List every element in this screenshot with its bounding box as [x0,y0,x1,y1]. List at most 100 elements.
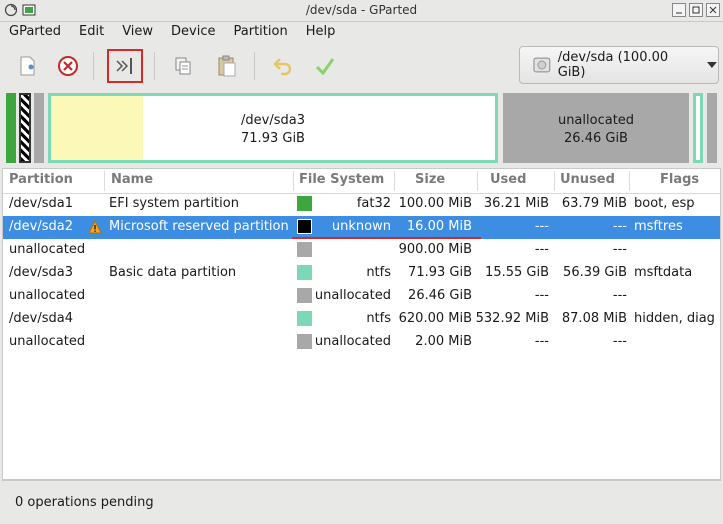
partition-list: Partition Name File System Size Used Unu… [2,168,721,480]
column-name[interactable]: Name [111,172,153,187]
diskmap-unallocated-2[interactable]: unallocated 26.46 GiB [503,93,689,163]
hard-disk-icon [533,57,551,73]
cell-used: --- [534,242,549,257]
diskmap-sda2[interactable] [19,93,31,163]
table-row[interactable]: /dev/sda1 EFI system partition fat32 100.00… [3,193,720,216]
cell-unused: 63.79 MiB [561,196,627,211]
cell-used: 36.21 MiB [483,196,549,211]
column-used[interactable]: Used [490,172,526,187]
cell-unused: 87.08 MiB [561,311,627,326]
table-row[interactable]: /dev/sda4 ntfs 620.00 MiB 532.92 MiB 87.08 M… [3,308,720,331]
table-row[interactable]: /dev/sda3 Basic data partition ntfs 71.93 G… [3,262,720,285]
menu-gparted[interactable]: GParted [0,22,70,43]
cell-partition: /dev/sda2 [9,219,73,234]
cell-name: Basic data partition [109,265,237,280]
cell-name: Microsoft reserved partition [109,219,289,234]
minimize-button[interactable] [672,3,686,17]
table-row[interactable]: unallocated unallocated 2.00 MiB --- --- [3,331,720,354]
menu-bar: GParted Edit View Device Partition Help [0,22,723,43]
cell-unused: --- [612,288,627,303]
new-partition-button[interactable] [11,50,43,82]
cell-partition: unallocated [9,242,86,257]
cell-unused: --- [612,242,627,257]
cell-file-system: ntfs [366,265,391,280]
menu-device[interactable]: Device [162,22,224,43]
cell-file-system: fat32 [356,196,391,211]
filesystem-color-swatch [297,219,312,234]
cell-size: 900.00 MiB [398,242,472,257]
cell-size: 2.00 MiB [415,334,472,349]
table-row[interactable]: /dev/sda2 Microsoft reserved partition unk… [3,216,720,239]
delete-partition-icon [58,56,78,76]
column-flags[interactable]: Flags [660,172,699,187]
table-row[interactable]: unallocated 900.00 MiB --- --- [3,239,720,262]
menu-view[interactable]: View [113,22,162,43]
cell-flags: hidden, diag [634,311,715,326]
close-icon [709,6,717,14]
cell-flags: msftres [634,219,683,234]
filesystem-color-swatch [297,288,312,303]
column-file-system[interactable]: File System [299,172,384,187]
title-bar: /dev/sda - GParted [0,0,723,22]
menu-edit[interactable]: Edit [70,22,113,43]
diskmap-sda1[interactable] [6,93,16,163]
cell-unused: --- [612,334,627,349]
filesystem-color-swatch [297,196,312,211]
delete-partition-button[interactable] [52,50,84,82]
undo-button[interactable] [267,50,299,82]
partition-list-header: Partition Name File System Size Used Unu… [3,169,720,194]
copy-button[interactable] [167,50,199,82]
disk-map: /dev/sda3 71.93 GiB unallocated 26.46 Gi… [0,90,723,164]
close-window-button[interactable] [706,3,720,17]
cell-used: --- [534,288,549,303]
cell-used: 532.92 MiB [475,311,549,326]
column-partition[interactable]: Partition [9,172,73,187]
paste-button[interactable] [211,50,243,82]
diskmap-sda3-used [51,96,143,160]
cell-file-system: unknown [331,219,391,234]
filesystem-color-swatch [297,242,312,257]
diskmap-sda4[interactable] [693,93,703,163]
cell-file-system: unallocated [314,334,391,349]
cell-size: 620.00 MiB [398,311,472,326]
cell-used: 15.55 GiB [485,265,549,280]
diskmap-unallocated-3[interactable] [707,93,717,163]
filesystem-color-swatch [297,311,312,326]
cell-partition: /dev/sda4 [9,311,73,326]
diskmap-sda3-size: 71.93 GiB [241,131,305,146]
undo-icon [273,58,292,76]
filesystem-color-swatch [297,265,312,280]
window-title: /dev/sda - GParted [305,3,418,17]
column-unused[interactable]: Unused [560,172,615,187]
filesystem-color-swatch [297,334,312,349]
menu-partition[interactable]: Partition [225,22,297,43]
cell-name: EFI system partition [109,196,239,211]
cell-partition: /dev/sda3 [9,265,73,280]
cell-size: 71.93 GiB [408,265,472,280]
resize-move-button[interactable] [107,49,143,83]
apply-icon [315,58,335,76]
paste-icon [218,55,236,77]
copy-icon [175,57,191,75]
column-size[interactable]: Size [415,172,445,187]
cell-used: --- [534,334,549,349]
device-selector[interactable]: /dev/sda (100.00 GiB) [519,46,719,84]
cell-unused: 56.39 GiB [563,265,627,280]
menu-help[interactable]: Help [297,22,345,43]
table-row[interactable]: unallocated unallocated 26.46 GiB --- --- [3,285,720,308]
cell-size: 26.46 GiB [408,288,472,303]
diskmap-unallocated-1[interactable] [34,93,44,163]
cell-partition: unallocated [9,288,86,303]
cell-file-system: ntfs [366,311,391,326]
apply-button[interactable] [309,50,341,82]
cell-used: --- [534,219,549,234]
diskmap-sda3-name: /dev/sda3 [241,113,305,128]
cell-flags: boot, esp [634,196,695,211]
maximize-button[interactable] [689,3,703,17]
cell-unused: --- [612,219,627,234]
minimize-icon [676,12,682,14]
status-text: 0 operations pending [15,495,154,510]
cell-flags: msftdata [634,265,693,280]
diskmap-unallocated-size: 26.46 GiB [564,131,628,146]
diskmap-sda3[interactable]: /dev/sda3 71.93 GiB [48,93,498,163]
